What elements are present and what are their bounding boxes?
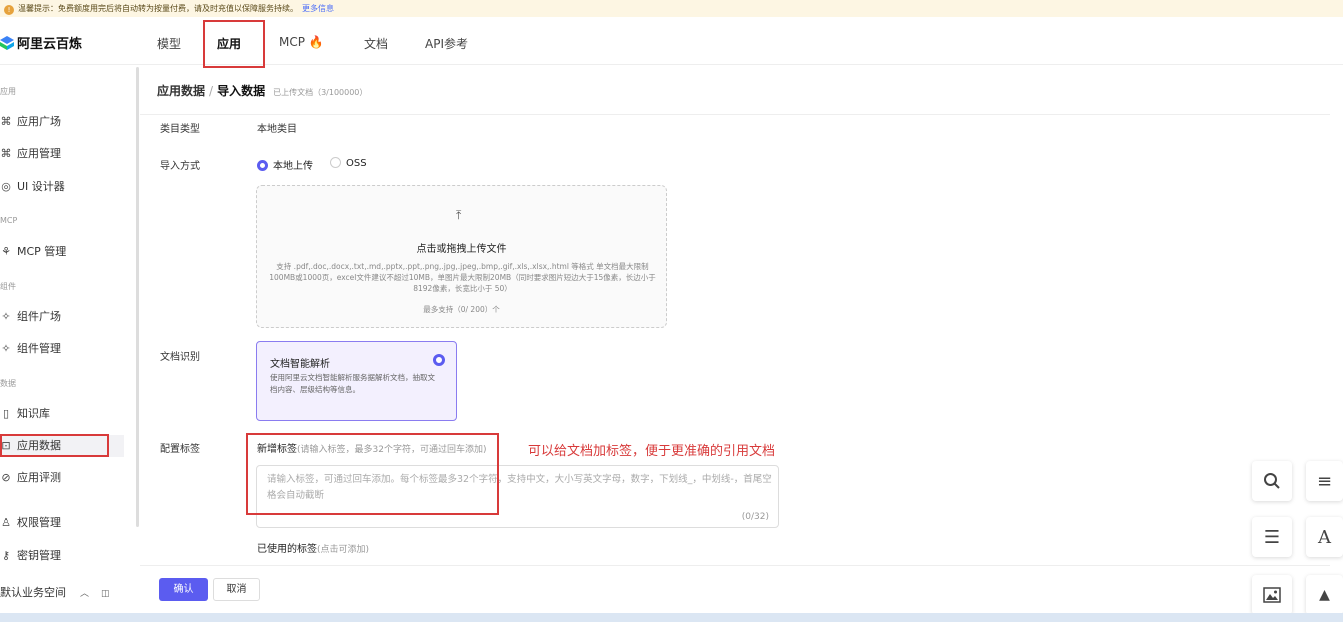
used-tags-label: 已使用的标签	[257, 544, 317, 555]
tag-char-count: (0/32)	[741, 512, 769, 522]
palette-icon: ◎	[1, 180, 11, 193]
cancel-button[interactable]: 取消	[213, 578, 260, 601]
user-icon: ♙	[1, 516, 11, 529]
nav-highlight-box	[203, 20, 265, 68]
card-description: 使用阿里云文档智能解析服务据解析文档，抽取文档内容、层级结构等信息。	[270, 373, 435, 394]
image-icon[interactable]	[1252, 575, 1292, 615]
sidebar-item-label: 权限管理	[17, 516, 61, 529]
notice-bar: ! 温馨提示：免费额度用完后将自动转为按量付费，请及时充值以保障服务持续。 更多信息	[0, 0, 1343, 17]
doc-recognition-label: 文档识别	[160, 352, 200, 363]
brand-logo[interactable]: 阿里云百炼	[0, 33, 82, 52]
sidebar-scrollbar[interactable]	[136, 67, 139, 527]
sidebar-highlight-box	[0, 434, 109, 457]
list-icon[interactable]: ☰	[1252, 517, 1292, 557]
nav-api[interactable]: API参考	[425, 35, 468, 52]
sidebar-item-label: 应用广场	[17, 115, 61, 128]
sidebar-item-comp-manage[interactable]: ✧ 组件管理	[0, 338, 124, 360]
brand-name: 阿里云百炼	[17, 37, 83, 52]
sidebar-item-permissions[interactable]: ♙ 权限管理	[0, 512, 124, 534]
nav-mcp[interactable]: MCP 🔥	[279, 35, 324, 49]
nav-mcp-label: MCP	[279, 35, 305, 49]
confirm-button[interactable]: 确认	[159, 578, 208, 601]
mcp-icon: ⚘	[1, 245, 11, 258]
breadcrumb-parent[interactable]: 应用数据	[157, 84, 205, 98]
panel-toggle-icon[interactable]: ◫	[101, 589, 110, 599]
scroll-up-icon[interactable]: ▲	[1306, 575, 1343, 615]
upload-icon: ⤒	[456, 208, 462, 222]
radio-local-upload[interactable]: 本地上传	[257, 157, 313, 172]
fire-icon: 🔥	[308, 35, 324, 49]
puzzle-icon: ✧	[1, 342, 11, 355]
radio-checked-icon	[257, 160, 268, 171]
sidebar-item-app-eval[interactable]: ⊘ 应用评测	[0, 467, 124, 489]
sidebar-item-comp-plaza[interactable]: ✧ 组件广场	[0, 306, 124, 328]
divider	[140, 565, 1330, 566]
category-label: 类目类型	[160, 124, 200, 135]
breadcrumb: 应用数据 / 导入数据 已上传文档（3/100000）	[157, 82, 367, 99]
radio-checked-icon	[433, 354, 445, 366]
sidebar-item-label: 应用评测	[17, 471, 61, 484]
key-icon: ⚷	[1, 549, 11, 562]
used-tags-heading: 已使用的标签(点击可添加)	[257, 540, 369, 555]
sidebar-group-data: 数据	[0, 379, 16, 388]
workspace-switcher[interactable]: 默认业务空间 ︿ ◫	[0, 584, 110, 600]
upload-description: 支持 .pdf,.doc,.docx,.txt,.md,.pptx,.ppt,.…	[269, 262, 656, 293]
radio-label: OSS	[346, 158, 367, 169]
sidebar-item-label: 知识库	[17, 407, 50, 420]
used-tags-hint: (点击可添加)	[317, 545, 370, 555]
radio-oss[interactable]: OSS	[330, 157, 367, 169]
sidebar-item-label: UI 设计器	[17, 180, 65, 193]
taskbar	[0, 613, 1343, 622]
sidebar-item-mcp-manage[interactable]: ⚘ MCP 管理	[0, 241, 124, 263]
menu-icon[interactable]: ≡	[1306, 461, 1343, 501]
page-title: 导入数据	[217, 84, 266, 98]
upload-title: 点击或拖拽上传文件	[416, 244, 507, 255]
category-value: 本地类目	[257, 124, 297, 135]
bailian-logo-icon	[0, 36, 14, 50]
sidebar-group-mcp: MCP	[0, 216, 18, 225]
book-icon: ▯	[2, 407, 10, 420]
sidebar-item-ui-designer[interactable]: ◎ UI 设计器	[0, 176, 124, 198]
sidebar-item-keys[interactable]: ⚷ 密钥管理	[0, 545, 124, 567]
sidebar-group-component: 组件	[0, 282, 16, 291]
notice-text: 温馨提示：免费额度用完后将自动转为按量付费，请及时充值以保障服务持续。	[18, 4, 298, 13]
top-navigation: 阿里云百炼 模型 应用 MCP 🔥 文档 API参考	[0, 17, 1343, 65]
nav-model[interactable]: 模型	[157, 35, 181, 52]
font-icon[interactable]: A	[1306, 517, 1343, 557]
grid-icon: ⌘	[0, 147, 12, 160]
sidebar-item-app-plaza[interactable]: ⌘ 应用广场	[0, 111, 124, 133]
puzzle-icon: ✧	[1, 310, 11, 323]
tag-highlight-box	[246, 433, 499, 515]
sidebar-item-label: 组件广场	[17, 310, 61, 323]
smart-parse-card[interactable]: 文档智能解析 使用阿里云文档智能解析服务据解析文档，抽取文档内容、层级结构等信息…	[256, 341, 457, 421]
sidebar-group-app: 应用	[0, 87, 16, 96]
notice-more-link[interactable]: 更多信息	[302, 4, 334, 13]
breadcrumb-separator: /	[209, 84, 214, 98]
annotation-text: 可以给文档加标签，便于更准确的引用文档	[528, 444, 776, 459]
grid-icon: ⌘	[0, 115, 12, 128]
warning-icon: !	[4, 5, 14, 15]
import-method-label: 导入方式	[160, 161, 200, 172]
sidebar-item-app-manage[interactable]: ⌘ 应用管理	[0, 143, 124, 165]
card-title: 文档智能解析	[270, 359, 330, 370]
chevron-up-icon[interactable]: ︿	[80, 589, 89, 599]
sidebar-item-knowledge[interactable]: ▯ 知识库	[0, 403, 124, 425]
upload-dropzone[interactable]: ⤒ 点击或拖拽上传文件 支持 .pdf,.doc,.docx,.txt,.md,…	[256, 185, 667, 328]
divider	[140, 114, 1330, 115]
workspace-name: 默认业务空间	[0, 586, 66, 599]
sidebar-item-label: MCP 管理	[17, 245, 67, 258]
eval-icon: ⊘	[1, 471, 11, 484]
search-icon[interactable]	[1252, 461, 1292, 501]
tag-config-label: 配置标签	[160, 444, 200, 455]
sidebar-item-label: 应用管理	[17, 147, 61, 160]
radio-unchecked-icon	[330, 157, 341, 168]
upload-count-meta: 已上传文档（3/100000）	[273, 88, 368, 97]
upload-file-count: 最多支持（0/ 200）个	[423, 305, 500, 314]
sidebar-item-label: 组件管理	[17, 342, 61, 355]
radio-label: 本地上传	[273, 161, 313, 172]
nav-docs[interactable]: 文档	[364, 35, 388, 52]
sidebar-item-label: 密钥管理	[17, 549, 61, 562]
